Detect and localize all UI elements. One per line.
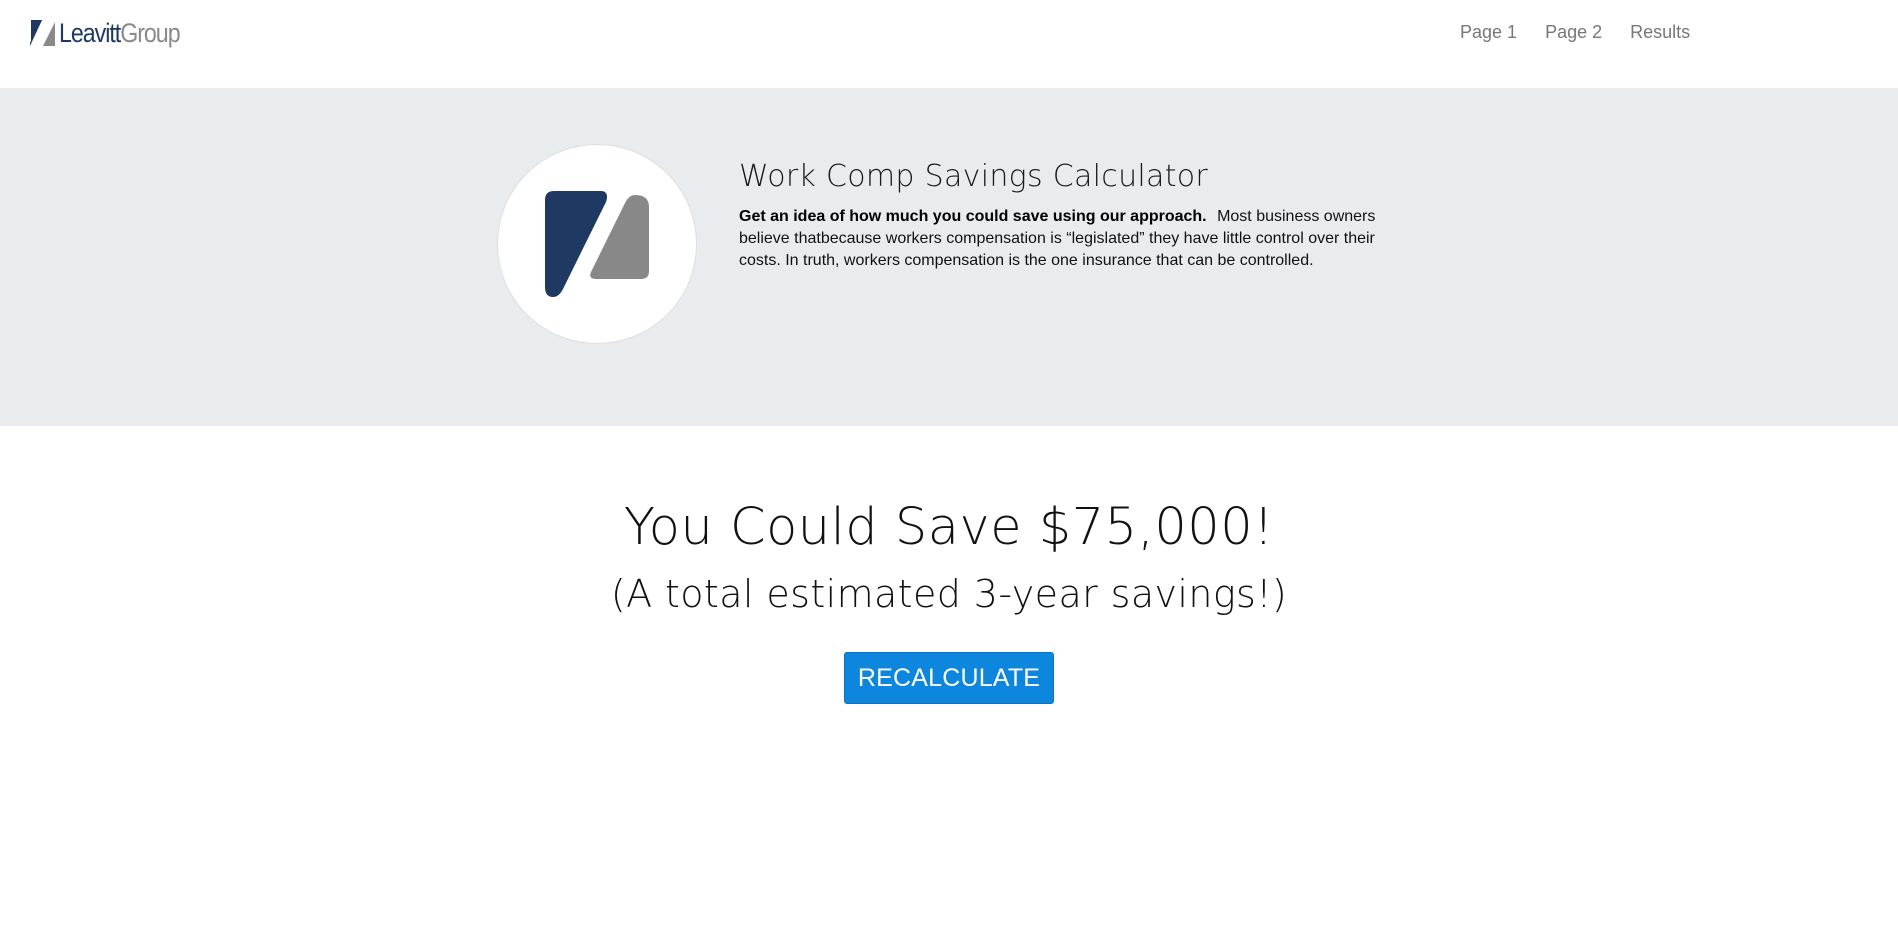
nav-link-results[interactable]: Results [1630, 22, 1690, 43]
leavitt-logo-icon [30, 20, 55, 46]
top-navbar: LeavittGroup Page 1 Page 2 Results [0, 0, 1898, 88]
savings-headline: You Could Save $75,000! [623, 498, 1275, 557]
page-title: Work Comp Savings Calculator [739, 159, 1209, 194]
hero-logo-circle [497, 144, 697, 344]
brand-logo-link[interactable]: LeavittGroup [30, 17, 199, 49]
recalculate-button[interactable]: RECALCULATE [843, 651, 1055, 704]
brand-name-group: Group [120, 17, 180, 48]
hero-banner: Work Comp Savings Calculator Get an idea… [0, 88, 1898, 426]
brand-name: LeavittGroup [59, 17, 181, 48]
leavitt-logo-icon [545, 191, 649, 297]
nav-links: Page 1 Page 2 Results [1460, 22, 1690, 43]
nav-link-page-1[interactable]: Page 1 [1460, 22, 1517, 43]
result-section: You Could Save $75,000! (A total estimat… [0, 426, 1898, 704]
hero-intro-bold: Get an idea of how much you could save u… [739, 208, 1207, 225]
hero-intro: Get an idea of how much you could save u… [739, 206, 1379, 272]
brand-name-leavitt: Leavitt [59, 17, 121, 48]
savings-subheadline: (A total estimated 3-year savings!) [610, 572, 1288, 617]
nav-link-page-2[interactable]: Page 2 [1545, 22, 1602, 43]
hero-text: Work Comp Savings Calculator Get an idea… [739, 160, 1379, 272]
